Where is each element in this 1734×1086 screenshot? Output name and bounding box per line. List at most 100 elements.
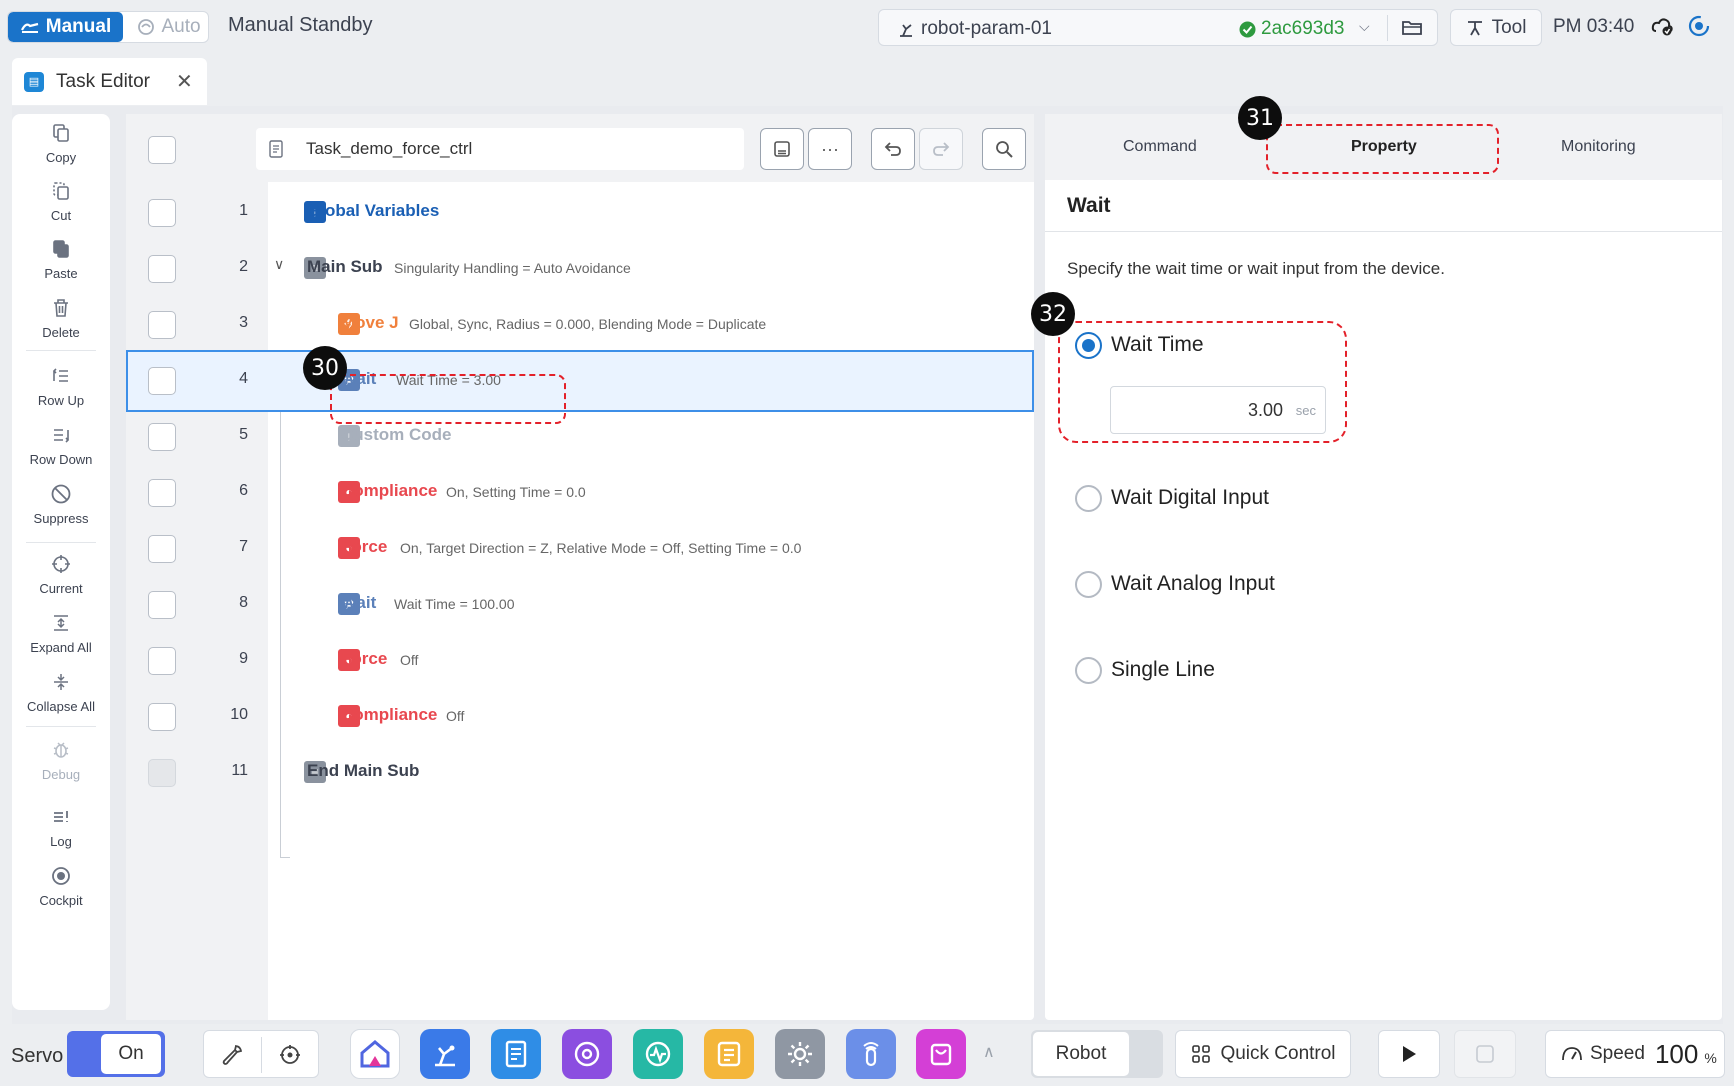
tab-monitoring[interactable]: Monitoring bbox=[1561, 138, 1636, 156]
search-button[interactable] bbox=[982, 128, 1026, 170]
row-number: 9 bbox=[239, 650, 248, 667]
paste-button[interactable]: Paste bbox=[12, 238, 110, 281]
row-checkbox[interactable] bbox=[148, 199, 176, 227]
task-name-field[interactable]: Task_demo_force_ctrl bbox=[256, 128, 744, 170]
row-up-icon bbox=[52, 368, 68, 382]
row-down-button[interactable]: Row Down bbox=[12, 424, 110, 467]
single-line-radio[interactable] bbox=[1075, 657, 1102, 684]
row-name: End Main Sub bbox=[307, 761, 420, 780]
stop-button[interactable] bbox=[1454, 1030, 1516, 1078]
log-button[interactable]: Log bbox=[12, 806, 110, 849]
chevron-down-icon[interactable]: ⌵ bbox=[1359, 18, 1370, 35]
row-checkbox[interactable] bbox=[148, 423, 176, 451]
folder-icon[interactable] bbox=[1401, 16, 1423, 43]
store-app-icon[interactable] bbox=[916, 1029, 966, 1079]
row-checkbox[interactable] bbox=[148, 535, 176, 563]
servo-toggle[interactable]: On bbox=[67, 1031, 165, 1077]
row-checkbox[interactable] bbox=[148, 703, 176, 731]
row-checkbox[interactable] bbox=[148, 255, 176, 283]
table-row[interactable]: 6 ◐ Compliance On, Setting Time = 0.0 bbox=[126, 462, 1034, 524]
notes-app-icon[interactable] bbox=[704, 1029, 754, 1079]
speed-control[interactable]: Speed 100 % bbox=[1545, 1030, 1725, 1078]
task-editor-app-icon[interactable] bbox=[491, 1029, 541, 1079]
row-up-button[interactable]: Row Up bbox=[12, 365, 110, 408]
play-button[interactable] bbox=[1378, 1030, 1440, 1078]
current-button[interactable]: Current bbox=[12, 553, 110, 596]
home-position-icon[interactable] bbox=[278, 1043, 302, 1072]
select-all-checkbox[interactable] bbox=[148, 136, 176, 164]
wrench-icon[interactable] bbox=[220, 1043, 244, 1072]
copy-button[interactable]: Copy bbox=[12, 122, 110, 165]
quick-control-label: Quick Control bbox=[1220, 1043, 1336, 1064]
row-description: Global, Sync, Radius = 0.000, Blending M… bbox=[409, 316, 767, 332]
io-app-icon[interactable] bbox=[846, 1029, 896, 1079]
row-checkbox[interactable] bbox=[148, 311, 176, 339]
undo-icon bbox=[884, 142, 901, 156]
delete-button[interactable]: Delete bbox=[12, 297, 110, 340]
table-row[interactable]: 3 ✥ Move J Global, Sync, Radius = 0.000,… bbox=[126, 294, 1034, 356]
wait-analog-input-radio[interactable] bbox=[1075, 571, 1102, 598]
wait-analog-input-label: Wait Analog Input bbox=[1111, 572, 1275, 595]
table-row-selected[interactable]: 4 ⇄ Wait Wait Time = 3.00 bbox=[126, 350, 1034, 412]
table-row[interactable]: 7 ◐ Force On, Target Direction = Z, Rela… bbox=[126, 518, 1034, 580]
row-number: 7 bbox=[239, 538, 248, 555]
annotation-box-30 bbox=[330, 374, 566, 424]
home-app-icon[interactable] bbox=[350, 1029, 400, 1079]
tool-button[interactable]: Tool bbox=[1450, 9, 1542, 46]
row-name: Compliance bbox=[341, 705, 438, 724]
row-name: Force bbox=[341, 537, 388, 556]
tab-task-editor[interactable]: ▤ Task Editor ✕ bbox=[12, 58, 207, 105]
tool-icon bbox=[1467, 20, 1482, 35]
debug-button[interactable]: Debug bbox=[12, 739, 110, 782]
divider bbox=[26, 350, 96, 351]
table-row[interactable]: 9 ◐ Force Off bbox=[126, 630, 1034, 692]
row-checkbox[interactable] bbox=[148, 479, 176, 507]
robot-app-icon[interactable] bbox=[420, 1029, 470, 1079]
monitoring-app-icon[interactable] bbox=[633, 1029, 683, 1079]
auto-mode-button[interactable]: Auto bbox=[128, 12, 208, 42]
settings-app-icon[interactable] bbox=[775, 1029, 825, 1079]
table-row[interactable]: 10 ◐ Compliance Off bbox=[126, 686, 1034, 748]
param-selector[interactable]: robot-param-01 2ac693d3 ⌵ bbox=[878, 9, 1438, 46]
table-row[interactable]: 1 ↓ Global Variables bbox=[126, 182, 1034, 244]
manual-mode-button[interactable]: Manual bbox=[8, 12, 123, 42]
cockpit-button[interactable]: Cockpit bbox=[12, 865, 110, 908]
divider bbox=[261, 1037, 262, 1073]
row-checkbox[interactable] bbox=[148, 647, 176, 675]
table-row[interactable]: 5 ↓ Custom Code bbox=[126, 406, 1034, 468]
chevron-down-icon[interactable]: ∨ bbox=[274, 256, 284, 273]
undo-button[interactable] bbox=[871, 128, 915, 170]
row-checkbox[interactable] bbox=[148, 591, 176, 619]
row-description: Wait Time = 100.00 bbox=[394, 596, 515, 612]
annotation-marker-30: 30 bbox=[303, 346, 347, 390]
suppress-button[interactable]: Suppress bbox=[12, 483, 110, 526]
more-button[interactable]: ··· bbox=[808, 128, 852, 170]
chevron-up-icon[interactable]: ∧ bbox=[983, 1042, 995, 1062]
table-row[interactable]: 2 ∨ ≡ Main Sub Singularity Handling = Au… bbox=[126, 238, 1034, 300]
tab-command[interactable]: Command bbox=[1123, 138, 1197, 156]
robot-toggle[interactable]: Robot bbox=[1031, 1030, 1163, 1078]
cut-button[interactable]: Cut bbox=[12, 180, 110, 223]
cloud-sync-icon[interactable] bbox=[1651, 15, 1675, 42]
jog-app-icon[interactable] bbox=[562, 1029, 612, 1079]
status-ring-icon[interactable] bbox=[1688, 15, 1710, 42]
log-label: Log bbox=[50, 834, 72, 849]
mode-toggle[interactable]: Manual Auto bbox=[7, 11, 209, 43]
redo-button[interactable] bbox=[919, 128, 963, 170]
save-button[interactable] bbox=[760, 128, 804, 170]
expand-all-button[interactable]: Expand All bbox=[12, 612, 110, 655]
log-icon bbox=[54, 811, 68, 822]
quick-control-button[interactable]: Quick Control bbox=[1175, 1030, 1351, 1078]
row-number: 1 bbox=[239, 202, 248, 219]
tab-label: Task Editor bbox=[56, 70, 150, 92]
table-row[interactable]: 8 ⇄ Wait Wait Time = 100.00 bbox=[126, 574, 1034, 636]
close-icon[interactable]: ✕ bbox=[176, 69, 193, 94]
collapse-all-button[interactable]: Collapse All bbox=[12, 671, 110, 714]
wait-digital-input-radio[interactable] bbox=[1075, 485, 1102, 512]
property-description: Specify the wait time or wait input from… bbox=[1067, 259, 1445, 278]
row-checkbox[interactable] bbox=[148, 367, 176, 395]
divider bbox=[1045, 231, 1722, 232]
row-checkbox[interactable] bbox=[148, 759, 176, 787]
speed-unit: % bbox=[1704, 1050, 1717, 1066]
table-row[interactable]: 11 ≡ End Main Sub bbox=[126, 742, 1034, 804]
